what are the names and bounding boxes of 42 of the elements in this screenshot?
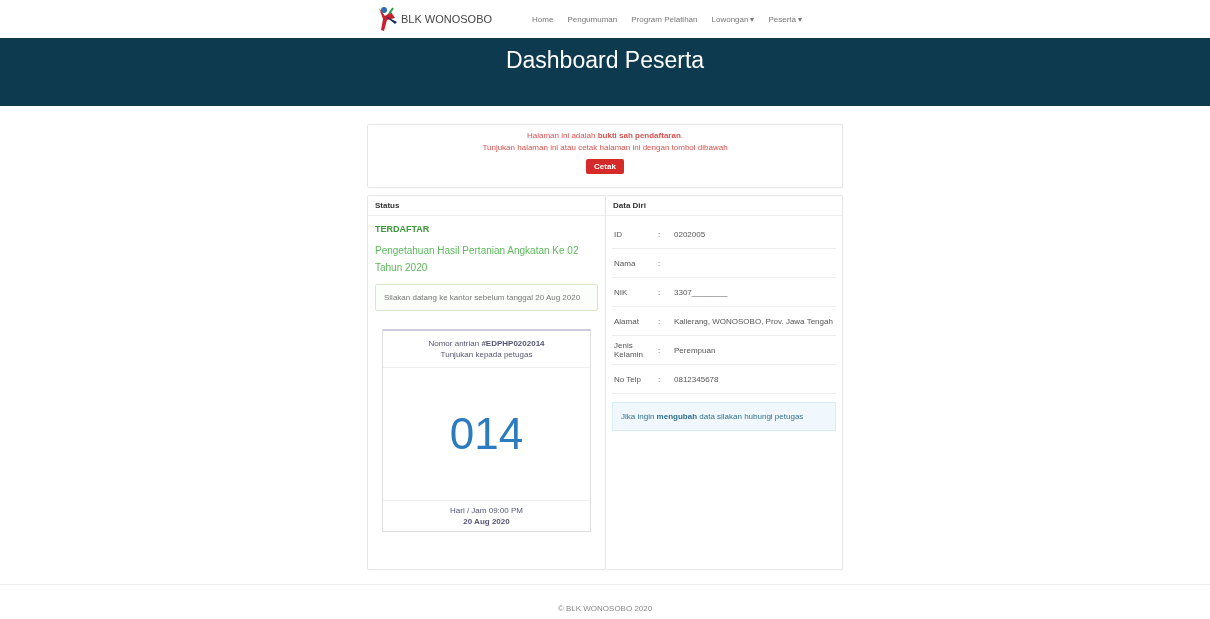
- notice-text: Tunjukan halaman ini atau cetak halaman ini dengan tombol dibawah: [482, 143, 728, 152]
- nav-link[interactable]: Home: [532, 14, 554, 24]
- queue-number: 014: [449, 409, 524, 459]
- brand-name[interactable]: BLK WONOSOBO: [401, 13, 493, 25]
- queue-note: Tunjukan kepada petugas: [439, 350, 534, 359]
- program-title: Pengetahuan Hasil Pertanian Angkatan Ke 02 Tahun 2020: [375, 244, 580, 275]
- field-label: No Telp: [612, 364, 656, 394]
- caret-icon[interactable]: ▾: [750, 14, 755, 24]
- colon: :: [656, 220, 672, 249]
- queue-label: Nomor antrian #EDPHP0202014: [427, 339, 546, 348]
- nav-link[interactable]: Pengumuman: [567, 14, 618, 24]
- field-value: Kalierang, WONOSOBO, Prov. Jawa Tengah: [672, 306, 836, 336]
- logo-icon: [377, 6, 399, 32]
- queue-date: 20 Aug 2020: [462, 517, 511, 526]
- footer-text: © BLK WONOSOBO 2020: [557, 604, 653, 613]
- notice-text: Halaman ini adalah bukti sah pendaftaran.: [526, 131, 684, 140]
- page-title: Dashboard Peserta: [504, 46, 706, 74]
- colon: :: [656, 248, 672, 278]
- colon: :: [656, 335, 672, 365]
- nav-link[interactable]: Program Pelatihan: [631, 14, 698, 24]
- field-value: 0812345678: [672, 364, 836, 394]
- nav-link[interactable]: Peserta: [768, 14, 796, 24]
- colon: :: [656, 277, 672, 307]
- nav-link[interactable]: Lowongan: [711, 14, 749, 24]
- field-value: 0202005: [672, 220, 836, 249]
- field-label: ID: [612, 220, 656, 249]
- print-button[interactable]: Cetak: [586, 159, 624, 174]
- caret-icon[interactable]: ▾: [798, 14, 802, 24]
- panel-heading: Data Diri: [606, 196, 842, 216]
- queue-time: Hari / Jam 09:00 PM: [449, 506, 524, 515]
- status-text: TERDAFTAR: [375, 224, 431, 234]
- field-value: Perempuan: [672, 335, 836, 365]
- field-label: NIK: [612, 277, 656, 307]
- alert-message: Silakan datang ke kantor sebelum tanggal 20 Aug 2020: [375, 284, 598, 311]
- field-label: Alamat: [612, 306, 656, 336]
- panel-heading: Status: [368, 196, 605, 216]
- field-value: 3307________: [672, 277, 836, 307]
- colon: :: [656, 306, 672, 336]
- field-label: Jenis Kelamin: [612, 335, 656, 365]
- colon: :: [656, 364, 672, 394]
- info-message: Jika ingin mengubah data silakan hubungi petugas: [612, 402, 836, 431]
- field-label: Nama: [612, 248, 656, 278]
